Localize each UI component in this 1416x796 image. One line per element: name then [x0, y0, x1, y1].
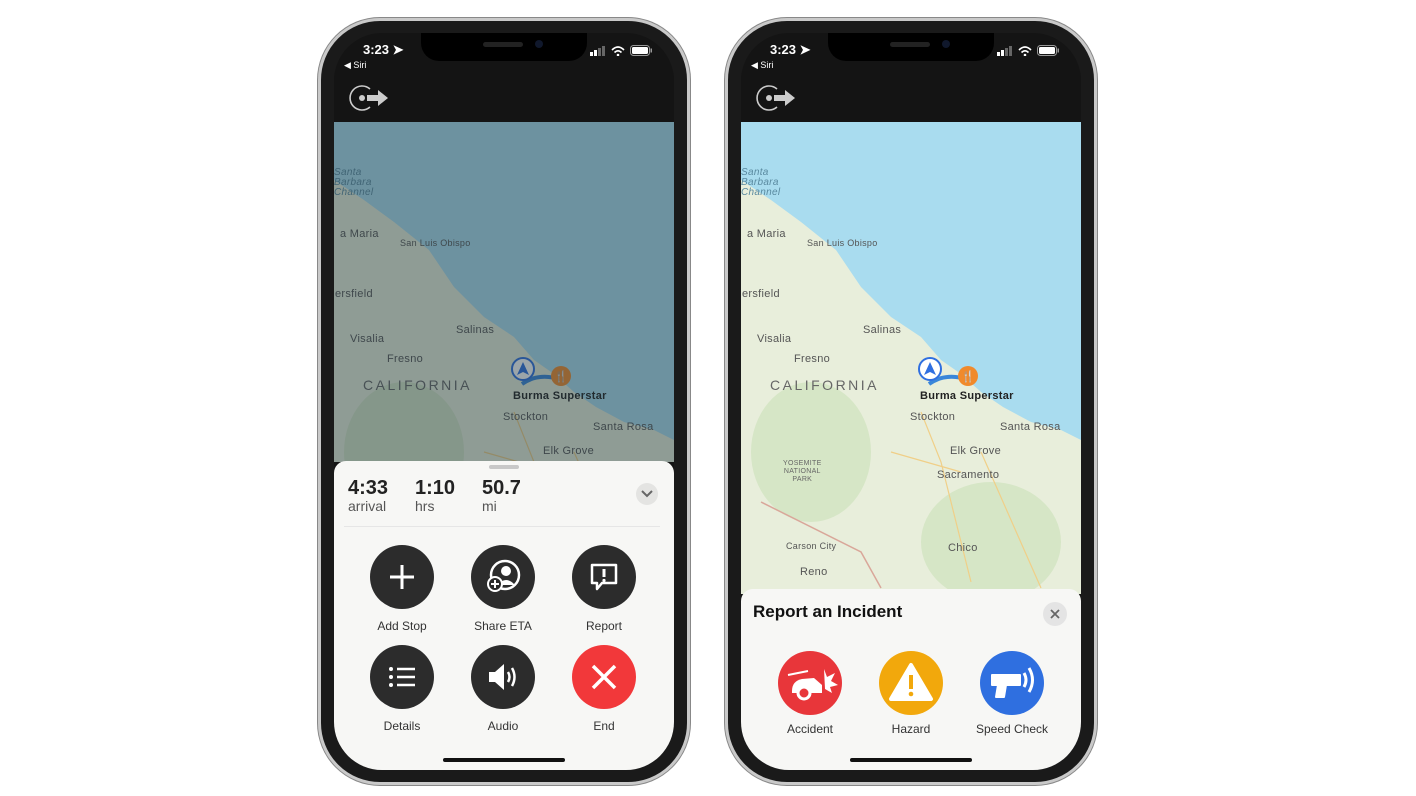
share-eta-button[interactable]: Share ETA: [453, 545, 553, 633]
battery-icon: [630, 45, 652, 56]
eta-stat: 4:33 arrival: [348, 477, 389, 514]
map-label: Santa Barbara Channel: [741, 167, 781, 198]
sheet-title: Report an Incident: [753, 602, 903, 621]
report-incident-sheet: Report an Incident Accident Hazard Speed C…: [741, 589, 1081, 770]
plus-icon: [390, 565, 414, 589]
speed-check-button[interactable]: Speed Check: [962, 651, 1062, 736]
map-label: CALIFORNIA: [770, 377, 880, 393]
accident-icon: [787, 669, 838, 701]
exit-icon: [756, 85, 795, 111]
map-label: Fresno: [794, 353, 831, 365]
hazard-icon: [889, 663, 933, 701]
map-label: a Maria: [747, 228, 786, 240]
battery-icon: [1037, 45, 1059, 56]
notch: [828, 33, 994, 61]
accident-button[interactable]: Accident: [760, 651, 860, 736]
map-label: San Luis Obispo: [807, 238, 878, 248]
navigation-sheet: 4:33 arrival 1:10 hrs 50.7 mi Add Stop Share ET…: [334, 461, 674, 770]
map-view[interactable]: 🍴 Santa Barbara Channel a Maria San Luis O…: [741, 122, 1081, 594]
eta-stat: 1:10 hrs: [415, 477, 456, 514]
map-label: Burma Superstar: [920, 390, 1014, 402]
map-terrain: 🍴: [741, 180, 1081, 594]
map-label: Elk Grove: [950, 445, 1001, 457]
sheet-grabber[interactable]: [489, 465, 519, 469]
eta-stat: 50.7 mi: [482, 477, 521, 514]
end-button[interactable]: End: [554, 645, 654, 733]
chevron-down-icon: [641, 490, 653, 498]
exit-navigation-button[interactable]: [348, 83, 392, 118]
map-label: ersfield: [742, 288, 780, 300]
map-label: Carson City: [786, 541, 837, 551]
map-label: Salinas: [863, 324, 902, 336]
map-label: Stockton: [910, 411, 956, 423]
map-label: YOSEMITE NATIONAL PARK: [783, 460, 822, 483]
map-label: Reno: [800, 566, 828, 578]
map-label: Chico: [948, 542, 978, 554]
close-icon: [1050, 609, 1060, 619]
status-icons: [997, 45, 1059, 56]
map-label: Visalia: [757, 333, 792, 345]
exit-icon: [349, 85, 388, 111]
map-view[interactable]: 🍴 Santa Barbara Channel a Maria San Luis O…: [334, 122, 674, 462]
speed-check-icon: [991, 667, 1034, 698]
status-time: 3:23 ➤: [770, 42, 811, 57]
home-indicator[interactable]: [443, 758, 565, 762]
hazard-button[interactable]: Hazard: [861, 651, 961, 736]
signal-icon: [590, 45, 605, 56]
collapse-button[interactable]: [636, 483, 658, 505]
details-button[interactable]: Details: [352, 645, 452, 733]
back-to-siri[interactable]: ◀ Siri: [751, 60, 773, 71]
list-icon: [389, 667, 415, 687]
status-time: 3:23 ➤: [363, 42, 404, 57]
map-label: Santa Rosa: [1000, 421, 1061, 433]
x-icon: [591, 664, 617, 690]
notch: [421, 33, 587, 61]
close-button[interactable]: [1043, 602, 1067, 626]
status-icons: [590, 45, 652, 56]
wifi-icon: [1018, 45, 1032, 56]
map-dim-overlay: [334, 122, 674, 462]
map-label: Sacramento: [937, 469, 1000, 481]
svg-text:🍴: 🍴: [961, 370, 975, 383]
back-to-siri[interactable]: ◀ Siri: [344, 60, 366, 71]
speaker-icon: [489, 664, 516, 690]
share-eta-icon: [487, 559, 521, 592]
phone-right: 3:23 ➤ ◀ Siri 🍴 Santa Barbara Channel a M…: [725, 18, 1097, 785]
home-indicator[interactable]: [850, 758, 972, 762]
signal-icon: [997, 45, 1012, 56]
audio-button[interactable]: Audio: [453, 645, 553, 733]
wifi-icon: [611, 45, 625, 56]
add-stop-button[interactable]: Add Stop: [352, 545, 452, 633]
report-button[interactable]: Report: [554, 545, 654, 633]
report-icon: [590, 563, 618, 591]
phone-left: 3:23 ➤ ◀ Siri 🍴 Santa Barbara Channel a M…: [318, 18, 690, 785]
exit-navigation-button[interactable]: [755, 83, 799, 118]
